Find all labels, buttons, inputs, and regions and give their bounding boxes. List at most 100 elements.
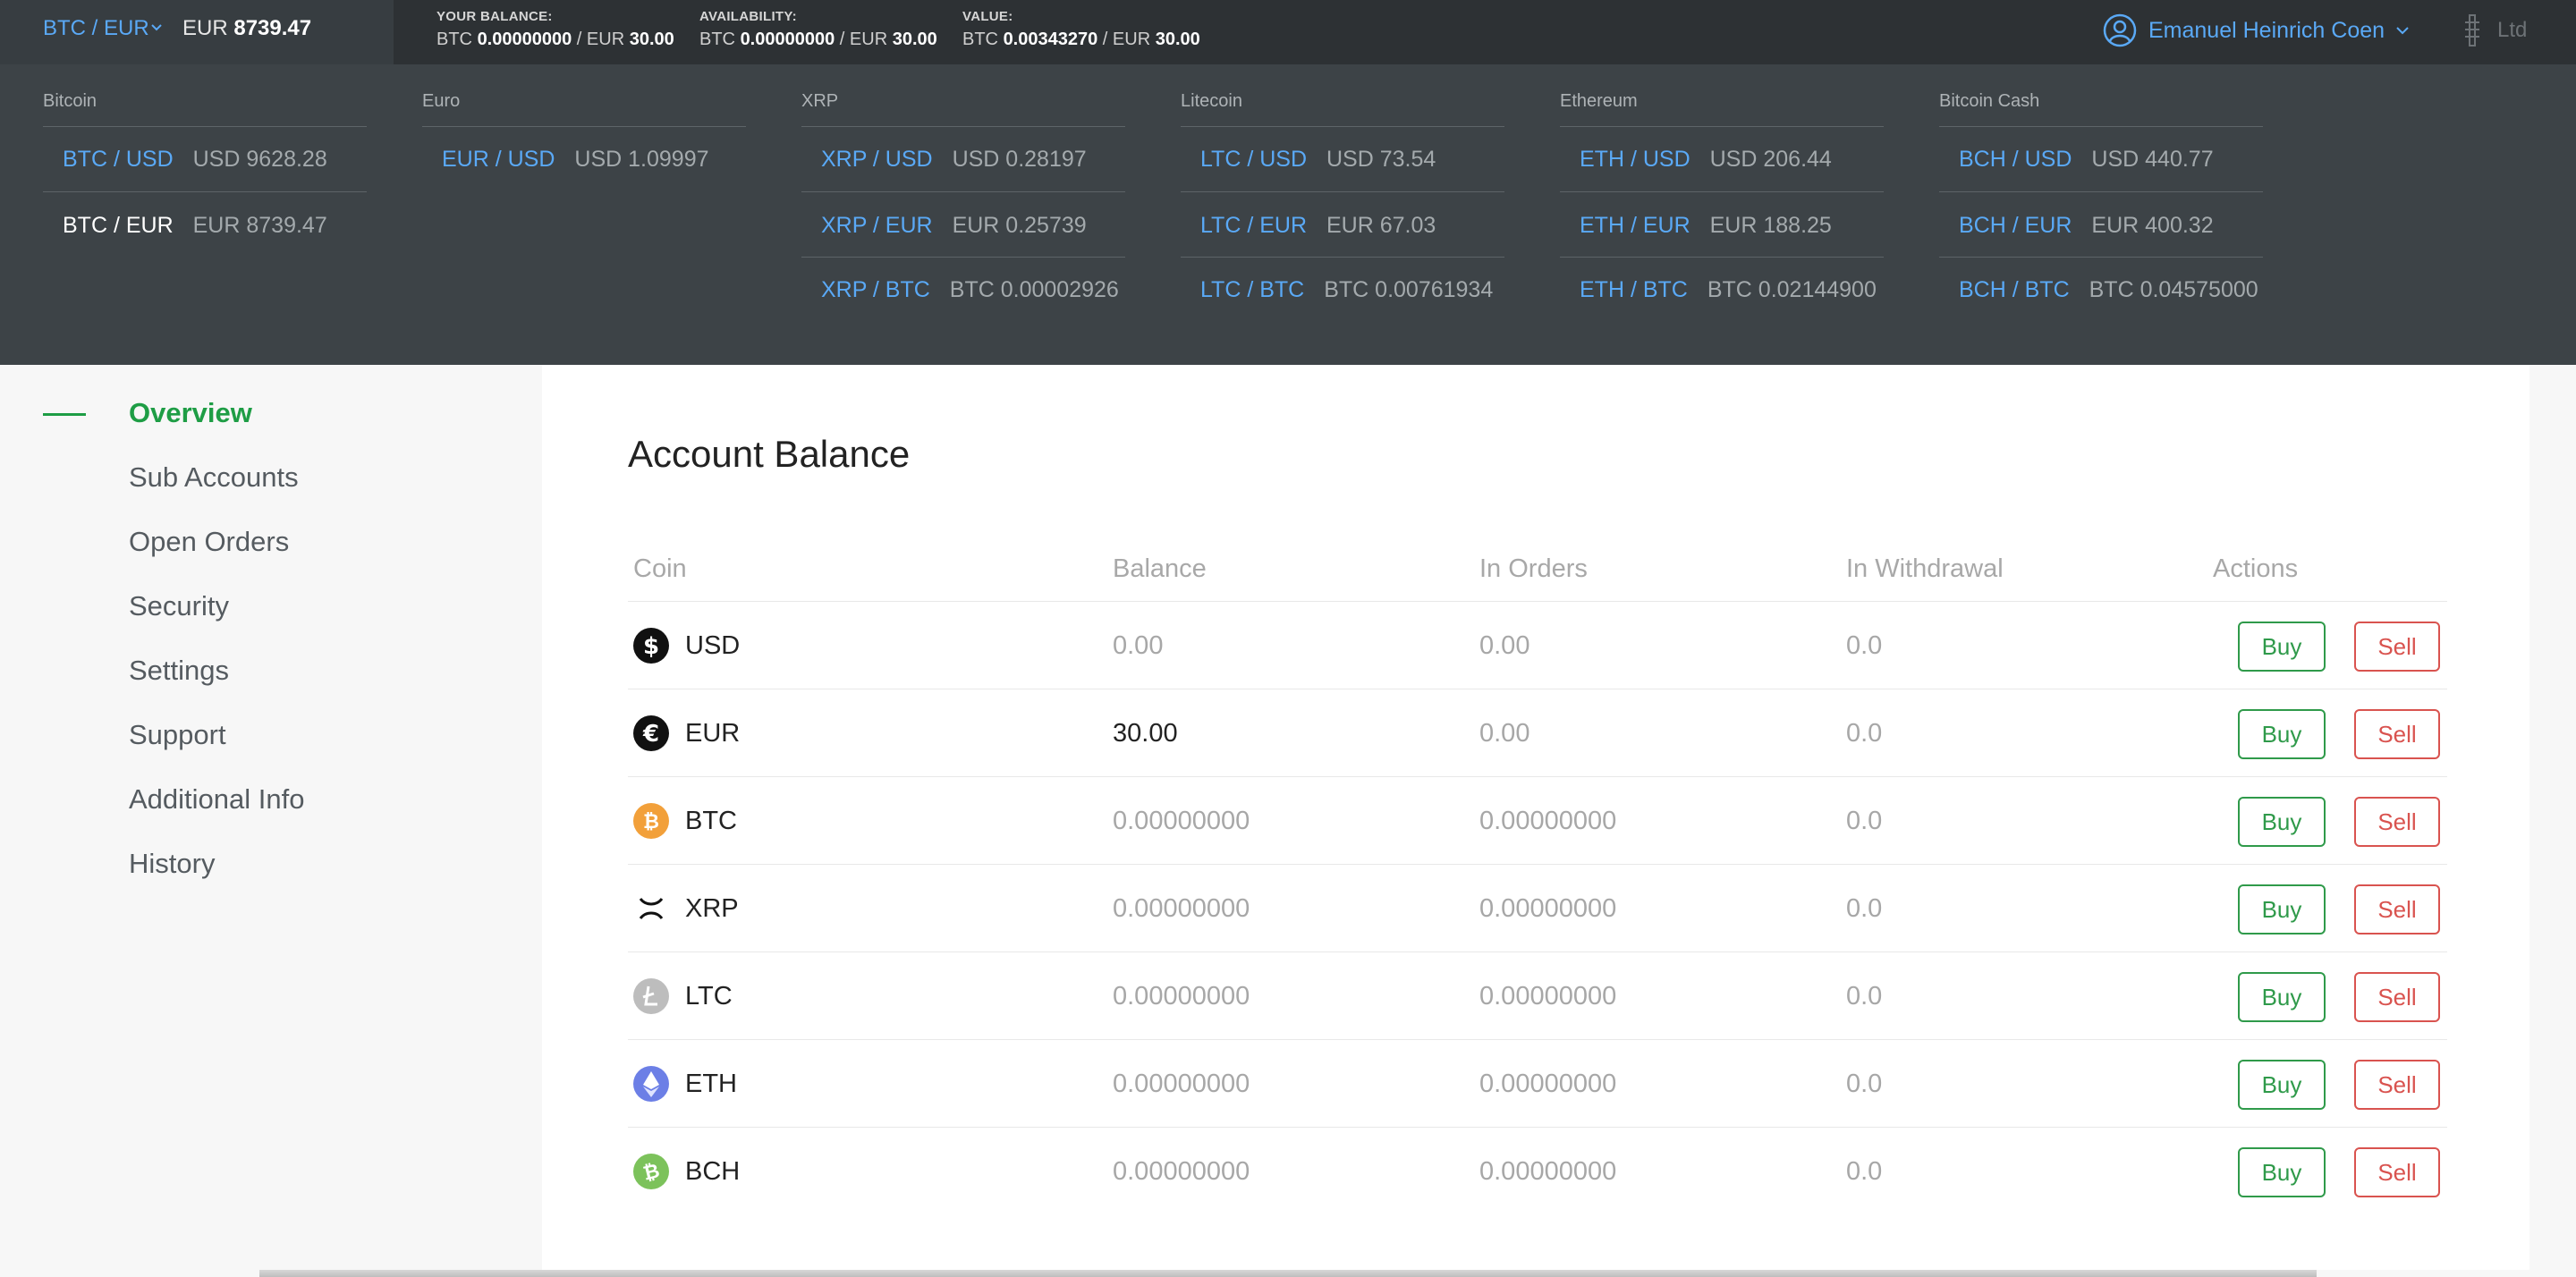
market-row[interactable]: BCH / USD USD 440.77 bbox=[1939, 127, 2263, 191]
company-switch[interactable]: Ltd bbox=[2462, 13, 2527, 48]
availability-value: BTC 0.00000000 / EUR 30.00 bbox=[699, 30, 937, 49]
sidebar-item-additional-info[interactable]: Additional Info bbox=[129, 783, 304, 816]
xrp-icon bbox=[639, 897, 664, 920]
market-row[interactable]: EUR / USD USD 1.09997 bbox=[422, 127, 746, 191]
user-menu[interactable]: Emanuel Heinrich Coen bbox=[2102, 13, 2410, 48]
market-row[interactable]: BTC / USD USD 9628.28 bbox=[43, 127, 367, 191]
market-pair[interactable]: XRP / BTC bbox=[821, 277, 930, 303]
market-price: BTC 0.00761934 bbox=[1324, 276, 1494, 302]
column-header-balance: Balance bbox=[1113, 554, 1207, 583]
market-row[interactable]: LTC / BTC BTC 0.00761934 bbox=[1181, 258, 1504, 322]
table-row: LTC 0.00000000 0.00000000 0.0 Buy Sell bbox=[628, 951, 2447, 1039]
market-row[interactable]: BCH / BTC BTC 0.04575000 bbox=[1939, 258, 2263, 322]
selected-pair[interactable]: BTC / EUR bbox=[43, 16, 149, 41]
market-pair[interactable]: LTC / USD bbox=[1200, 147, 1307, 173]
sidebar-item-sub-accounts[interactable]: Sub Accounts bbox=[129, 461, 299, 494]
market-pair[interactable]: XRP / EUR bbox=[821, 213, 933, 239]
sell-usd-button[interactable]: Sell bbox=[2354, 622, 2440, 672]
coin-cell: ₿ BCH bbox=[633, 1128, 740, 1215]
chevron-down-icon[interactable] bbox=[150, 21, 163, 34]
in-withdrawal-value: 0.0 bbox=[1846, 806, 1883, 835]
table-row: XRP 0.00000000 0.00000000 0.0 Buy Sell bbox=[628, 864, 2447, 951]
buy-xrp-button[interactable]: Buy bbox=[2238, 884, 2326, 934]
market-row[interactable]: LTC / USD USD 73.54 bbox=[1181, 127, 1504, 191]
tower-icon bbox=[2465, 14, 2479, 47]
sidebar-item-history[interactable]: History bbox=[129, 848, 215, 880]
market-row[interactable]: ETH / BTC BTC 0.02144900 bbox=[1560, 258, 1884, 322]
company-label[interactable]: Ltd bbox=[2497, 18, 2527, 43]
market-price: USD 440.77 bbox=[2091, 146, 2214, 172]
sell-eur-button[interactable]: Sell bbox=[2354, 709, 2440, 759]
svg-text:₿: ₿ bbox=[643, 811, 659, 833]
markets-panel: Bitcoin BTC / USD USD 9628.28 BTC / EUR EU… bbox=[0, 64, 2576, 365]
market-price: USD 206.44 bbox=[1709, 146, 1832, 172]
user-icon[interactable] bbox=[2102, 13, 2138, 48]
bch-icon: ₿ bbox=[633, 1154, 669, 1189]
market-pair[interactable]: LTC / BTC bbox=[1200, 277, 1304, 303]
market-row[interactable]: XRP / BTC BTC 0.00002926 bbox=[801, 258, 1125, 322]
market-pair[interactable]: LTC / EUR bbox=[1200, 213, 1307, 239]
in-withdrawal-value: 0.0 bbox=[1846, 630, 1883, 660]
balance-value: 0.00000000 bbox=[1113, 806, 1250, 835]
market-row[interactable]: LTC / EUR EUR 67.03 bbox=[1181, 193, 1504, 258]
sidebar-item-overview[interactable]: Overview bbox=[129, 397, 252, 429]
market-row[interactable]: XRP / USD USD 0.28197 bbox=[801, 127, 1125, 191]
balance-value: 0.00000000 bbox=[1113, 1069, 1250, 1098]
market-pair[interactable]: BCH / EUR bbox=[1959, 213, 2072, 239]
chevron-down-icon[interactable] bbox=[2395, 23, 2410, 38]
market-price: USD 0.28197 bbox=[952, 146, 1087, 172]
market-pair[interactable]: EUR / USD bbox=[442, 147, 555, 173]
divider bbox=[801, 191, 1125, 192]
market-pair[interactable]: BTC / EUR bbox=[63, 213, 174, 239]
coin-name: LTC bbox=[685, 981, 733, 1011]
eth-icon bbox=[633, 1066, 669, 1102]
sell-ltc-button[interactable]: Sell bbox=[2354, 972, 2440, 1022]
balance-value: 0.00000000 bbox=[1113, 893, 1250, 923]
pair-selector[interactable]: BTC / EUR EUR 8739.47 bbox=[0, 0, 394, 64]
coin-cell: € EUR bbox=[633, 689, 740, 777]
market-group-title: Bitcoin bbox=[43, 91, 97, 111]
market-price: EUR 188.25 bbox=[1709, 212, 1832, 238]
market-row[interactable]: BTC / EUR EUR 8739.47 bbox=[43, 193, 367, 258]
market-pair[interactable]: ETH / USD bbox=[1580, 147, 1690, 173]
availability-label: AVAILABILITY: bbox=[699, 9, 797, 24]
buy-btc-button[interactable]: Buy bbox=[2238, 797, 2326, 847]
buy-eth-button[interactable]: Buy bbox=[2238, 1060, 2326, 1110]
balance-value: 0.00000000 bbox=[1113, 981, 1250, 1011]
balance-value: 0.00 bbox=[1113, 630, 1164, 660]
market-pair[interactable]: XRP / USD bbox=[821, 147, 933, 173]
table-row: ₿ BCH 0.00000000 0.00000000 0.0 Buy Sell bbox=[628, 1127, 2447, 1214]
table-row: € EUR 30.00 0.00 0.0 Buy Sell bbox=[628, 689, 2447, 776]
in-withdrawal-value: 0.0 bbox=[1846, 718, 1883, 748]
buy-ltc-button[interactable]: Buy bbox=[2238, 972, 2326, 1022]
buy-eur-button[interactable]: Buy bbox=[2238, 709, 2326, 759]
market-row[interactable]: BCH / EUR EUR 400.32 bbox=[1939, 193, 2263, 258]
sidebar-item-open-orders[interactable]: Open Orders bbox=[129, 526, 289, 558]
sell-btc-button[interactable]: Sell bbox=[2354, 797, 2440, 847]
sidebar-item-support[interactable]: Support bbox=[129, 719, 226, 751]
buy-bch-button[interactable]: Buy bbox=[2238, 1147, 2326, 1197]
in-orders-value: 0.00000000 bbox=[1479, 1069, 1617, 1098]
sell-bch-button[interactable]: Sell bbox=[2354, 1147, 2440, 1197]
sidebar-item-security[interactable]: Security bbox=[129, 590, 229, 622]
coin-cell: ETH bbox=[633, 1040, 737, 1128]
coin-cell: XRP bbox=[633, 865, 739, 952]
market-row[interactable]: XRP / EUR EUR 0.25739 bbox=[801, 193, 1125, 258]
market-pair[interactable]: ETH / BTC bbox=[1580, 277, 1688, 303]
market-price: BTC 0.02144900 bbox=[1707, 276, 1877, 302]
market-row[interactable]: ETH / USD USD 206.44 bbox=[1560, 127, 1884, 191]
user-name[interactable]: Emanuel Heinrich Coen bbox=[2148, 18, 2385, 44]
market-price: USD 1.09997 bbox=[574, 146, 709, 172]
sidebar-item-settings[interactable]: Settings bbox=[129, 655, 229, 687]
market-pair[interactable]: BTC / USD bbox=[63, 147, 174, 173]
sell-xrp-button[interactable]: Sell bbox=[2354, 884, 2440, 934]
sell-eth-button[interactable]: Sell bbox=[2354, 1060, 2440, 1110]
market-pair[interactable]: BCH / BTC bbox=[1959, 277, 2070, 303]
balance-label: YOUR BALANCE: bbox=[436, 9, 553, 24]
divider bbox=[1560, 191, 1884, 192]
market-pair[interactable]: BCH / USD bbox=[1959, 147, 2072, 173]
table-header: Coin Balance In Orders In Withdrawal Act… bbox=[628, 554, 2447, 599]
market-pair[interactable]: ETH / EUR bbox=[1580, 213, 1690, 239]
buy-usd-button[interactable]: Buy bbox=[2238, 622, 2326, 672]
market-row[interactable]: ETH / EUR EUR 188.25 bbox=[1560, 193, 1884, 258]
